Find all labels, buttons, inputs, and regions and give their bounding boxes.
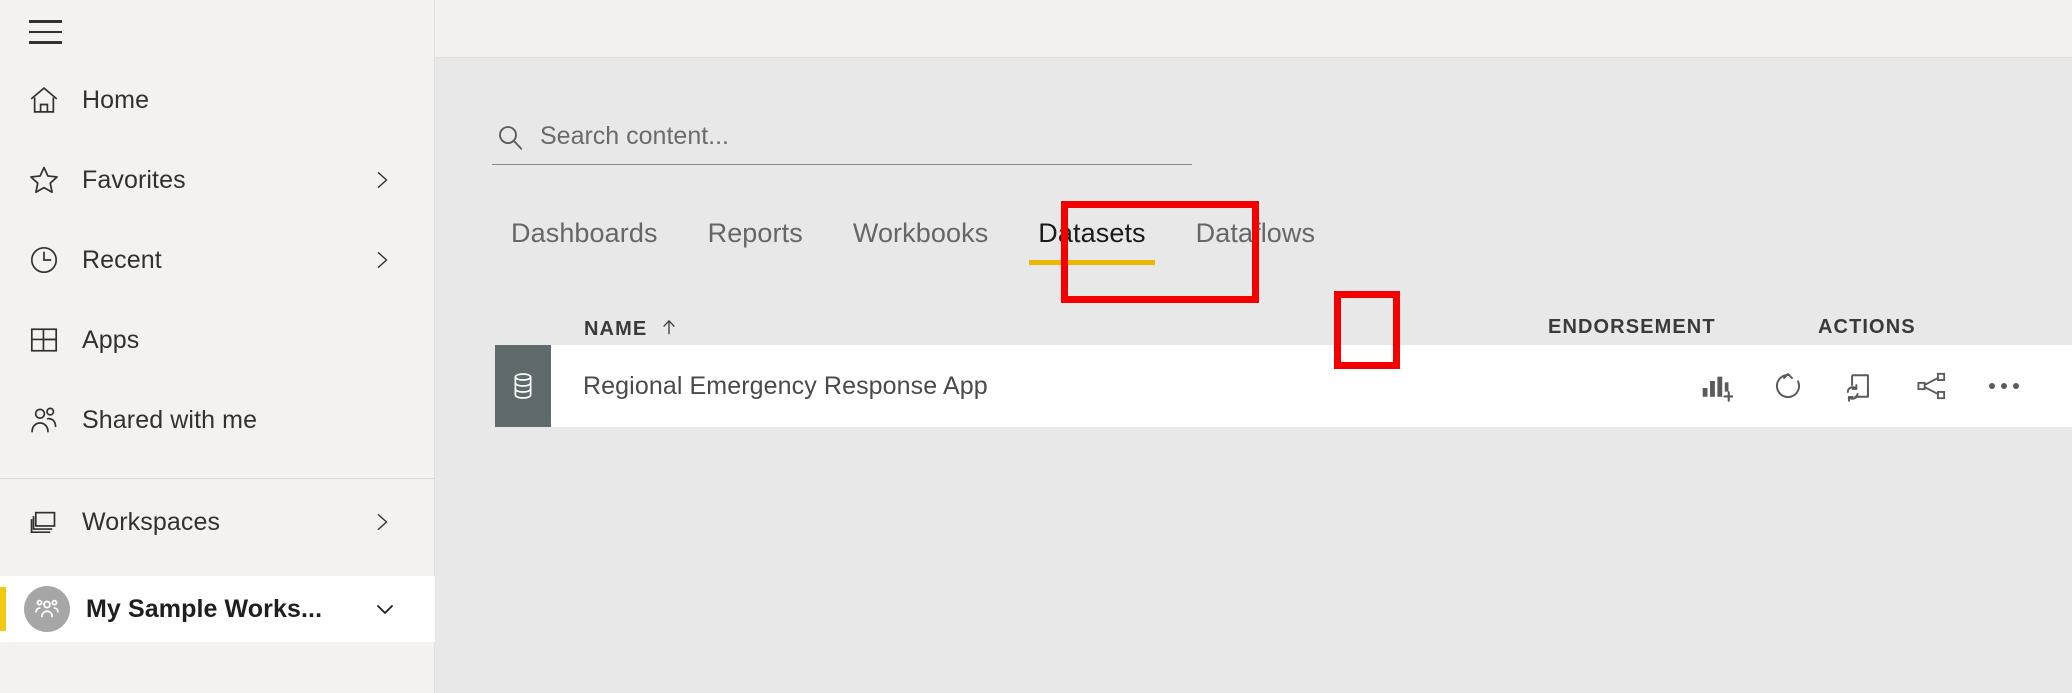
- column-header-actions: ACTIONS: [1818, 316, 1916, 339]
- column-header-name[interactable]: NAME: [584, 316, 679, 343]
- left-navigation-sidebar: Home Favorites Recent Apps Shared with m…: [0, 0, 435, 693]
- table-row[interactable]: Regional Emergency Response App: [495, 345, 2072, 427]
- tab-label: Workbooks: [852, 217, 989, 248]
- sidebar-item-recent[interactable]: Recent: [0, 220, 435, 300]
- more-options-button[interactable]: [1979, 361, 2029, 411]
- sidebar-selected-workspace[interactable]: My Sample Works...: [0, 576, 435, 642]
- column-header-label: ENDORSEMENT: [1548, 316, 1716, 338]
- sidebar-item-label: Favorites: [82, 165, 186, 194]
- top-strip-right: [435, 0, 2072, 58]
- tab-dashboards[interactable]: Dashboards: [486, 198, 683, 268]
- sidebar-divider: [0, 478, 435, 479]
- tab-label: Reports: [707, 217, 803, 248]
- tab-label: Dashboards: [511, 217, 658, 248]
- chevron-right-icon[interactable]: [371, 511, 393, 533]
- search-input[interactable]: [540, 116, 1192, 157]
- dataset-name-link[interactable]: Regional Emergency Response App: [583, 372, 988, 401]
- sidebar-item-label: Workspaces: [82, 507, 221, 536]
- sidebar-item-favorites[interactable]: Favorites: [0, 140, 435, 220]
- sidebar-item-home[interactable]: Home: [0, 60, 435, 140]
- sidebar-item-workspaces[interactable]: Workspaces: [0, 482, 435, 562]
- active-tab-underline: [1029, 260, 1155, 265]
- star-icon: [22, 158, 66, 202]
- main-content-area: Dashboards Reports Workbooks Datasets Da…: [436, 58, 2072, 693]
- sort-ascending-arrow-icon: [659, 316, 679, 343]
- chevron-down-icon[interactable]: [373, 597, 397, 621]
- search-box[interactable]: [492, 109, 1192, 165]
- ellipsis-icon: [1989, 383, 2019, 389]
- clock-icon: [22, 238, 66, 282]
- hamburger-line: [29, 41, 62, 44]
- sidebar-item-label: Apps: [82, 325, 140, 354]
- home-icon: [22, 78, 66, 122]
- selection-accent-bar: [0, 587, 6, 631]
- content-type-tabs: Dashboards Reports Workbooks Datasets Da…: [486, 198, 1340, 268]
- ellipsis-dot: [2013, 383, 2019, 389]
- apps-grid-icon: [22, 318, 66, 362]
- tab-workbooks[interactable]: Workbooks: [828, 198, 1013, 268]
- ellipsis-dot: [2001, 383, 2007, 389]
- people-icon: [22, 398, 66, 442]
- ellipsis-dot: [1989, 383, 1995, 389]
- schedule-refresh-button[interactable]: [1835, 361, 1885, 411]
- sidebar-item-label: Recent: [82, 245, 162, 274]
- workspaces-icon: [22, 500, 66, 544]
- group-avatar-icon: [24, 586, 70, 632]
- power-bi-workspace-page: Home Favorites Recent Apps Shared with m…: [0, 0, 2072, 693]
- hamburger-menu-icon[interactable]: [22, 10, 76, 54]
- sidebar-item-label: Home: [82, 85, 150, 114]
- tab-reports[interactable]: Reports: [683, 198, 828, 268]
- create-report-button[interactable]: [1691, 361, 1741, 411]
- column-header-label: NAME: [584, 318, 648, 340]
- nav-list: Home Favorites Recent Apps Shared with m…: [0, 60, 435, 562]
- chevron-right-icon[interactable]: [371, 249, 393, 271]
- hamburger-line: [29, 30, 62, 34]
- tab-dataflows[interactable]: Dataflows: [1171, 198, 1340, 268]
- column-header-endorsement[interactable]: ENDORSEMENT: [1548, 316, 1716, 339]
- sidebar-item-apps[interactable]: Apps: [0, 300, 435, 380]
- dataset-database-icon: [495, 345, 551, 427]
- tab-datasets[interactable]: Datasets: [1013, 198, 1170, 268]
- share-button[interactable]: [1907, 361, 1957, 411]
- tab-label: Dataflows: [1195, 217, 1316, 248]
- row-actions-group: [1691, 345, 2029, 427]
- sidebar-item-label: Shared with me: [82, 405, 258, 434]
- hamburger-line: [29, 20, 62, 23]
- search-icon: [492, 119, 528, 155]
- selected-workspace-label: My Sample Works...: [86, 594, 323, 623]
- tab-label: Datasets: [1038, 217, 1146, 248]
- sidebar-item-shared-with-me[interactable]: Shared with me: [0, 380, 435, 460]
- column-header-label: ACTIONS: [1818, 316, 1916, 338]
- refresh-now-button[interactable]: [1763, 361, 1813, 411]
- chevron-right-icon[interactable]: [371, 169, 393, 191]
